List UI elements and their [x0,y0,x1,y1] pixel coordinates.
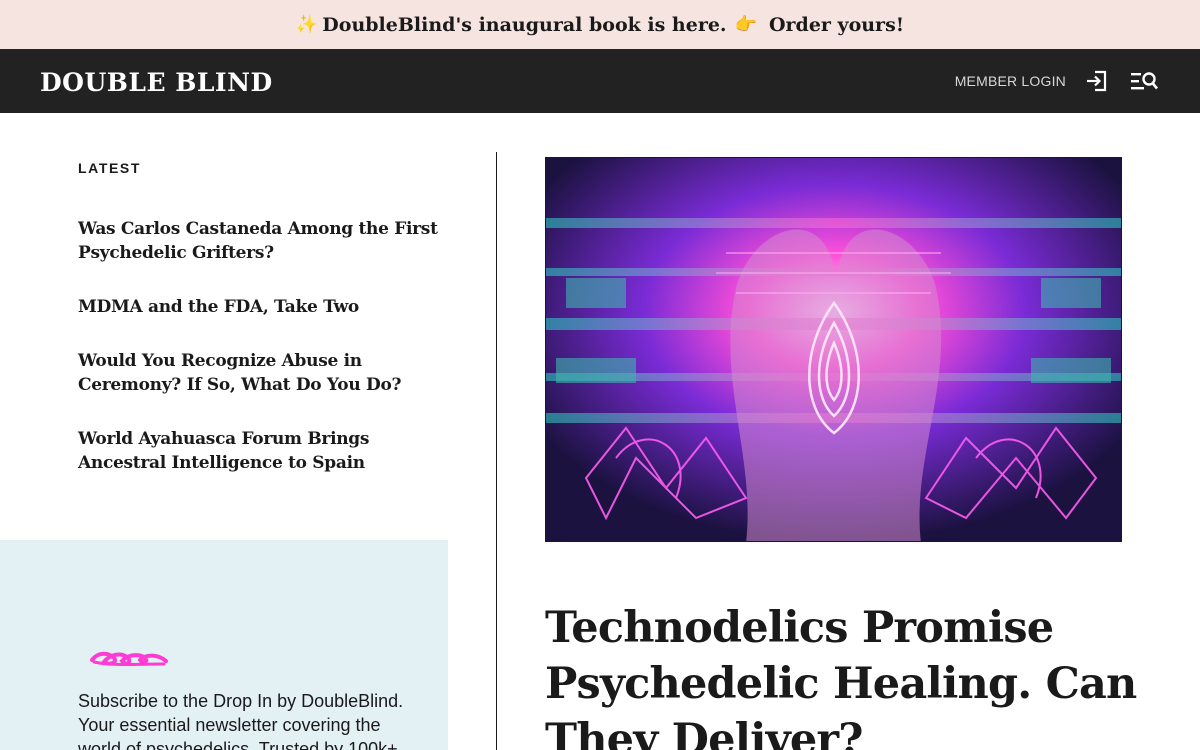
member-login-link[interactable]: MEMBER LOGIN [955,73,1066,89]
site-header: DOUBLE BLIND MEMBER LOGIN [0,49,1200,113]
promo-banner: ✨ DoubleBlind's inaugural book is here. … [0,0,1200,49]
sparkle-icon: ✨ [295,14,319,35]
latest-list: Was Carlos Castaneda Among the First Psy… [78,217,440,505]
site-logo[interactable]: DOUBLE BLIND [40,68,273,97]
menu-search-icon[interactable] [1130,70,1158,92]
pointing-hand-icon: 👉 [734,14,757,35]
newsletter-box: Subscribe to the Drop In by DoubleBlind.… [0,540,448,750]
latest-sidebar: LATEST Was Carlos Castaneda Among the Fi… [0,113,448,750]
list-item: World Ayahuasca Forum Brings Ancestral I… [78,427,440,475]
list-item: Would You Recognize Abuse in Ceremony? I… [78,349,440,397]
login-icon[interactable] [1086,70,1108,92]
header-actions: MEMBER LOGIN [955,49,1158,113]
latest-article-link[interactable]: Would You Recognize Abuse in Ceremony? I… [78,349,440,397]
promo-text: DoubleBlind's inaugural book is here. [322,13,727,36]
latest-article-link[interactable]: Was Carlos Castaneda Among the First Psy… [78,217,440,265]
newsletter-text: Subscribe to the Drop In by DoubleBlind.… [78,691,404,750]
latest-article-link[interactable]: World Ayahuasca Forum Brings Ancestral I… [78,427,440,475]
latest-article-link[interactable]: MDMA and the FDA, Take Two [78,295,440,319]
list-item: Was Carlos Castaneda Among the First Psy… [78,217,440,265]
order-link[interactable]: Order yours! [769,14,904,36]
drop-in-scribble-logo [90,648,170,674]
article-title[interactable]: Technodelics Promise Psychedelic Healing… [545,600,1145,750]
column-divider [496,152,497,750]
hero-image[interactable] [545,157,1122,542]
list-item: MDMA and the FDA, Take Two [78,295,440,319]
latest-heading: LATEST [78,160,142,176]
